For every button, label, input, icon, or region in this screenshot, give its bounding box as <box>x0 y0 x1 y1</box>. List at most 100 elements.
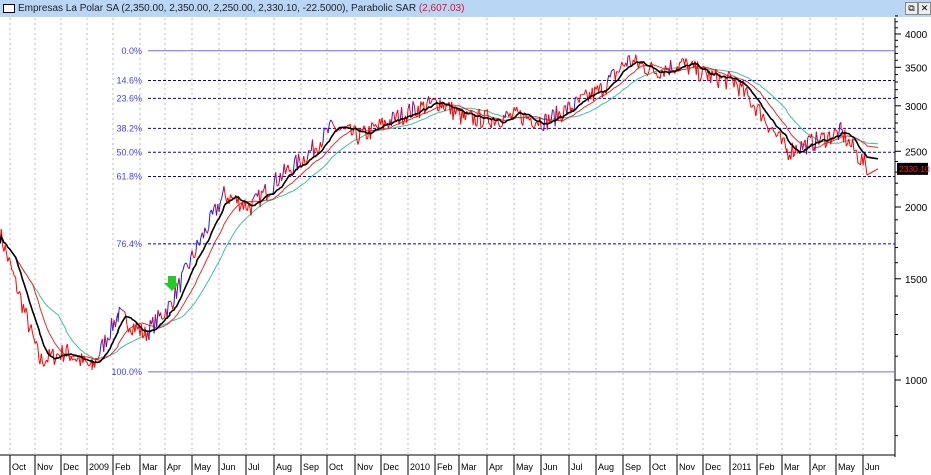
price-segment <box>773 131 776 134</box>
x-tick-label: Mar <box>784 462 800 472</box>
x-tick-label: May <box>838 462 856 472</box>
price-chart: Oct Nov Dec 2009 Feb Mar Apr May Jun Jul Aug Sep Oct… <box>0 15 930 475</box>
x-tick-label: Apr <box>489 462 503 472</box>
price-segment <box>9 261 13 270</box>
price-segment <box>156 309 159 328</box>
x-tick-label: Oct <box>329 462 344 472</box>
price-segment <box>172 304 175 310</box>
price-segment <box>819 132 822 140</box>
price-segment <box>628 55 632 66</box>
price-segment <box>121 309 124 312</box>
price-segment <box>219 197 223 203</box>
fib-label: 50.0% <box>116 147 142 157</box>
x-tick-label: Aug <box>276 462 292 472</box>
x-tick-label: Jun <box>865 462 880 472</box>
price-segment <box>534 122 537 128</box>
price-segment <box>228 194 231 204</box>
price-segment <box>738 81 741 97</box>
price-segment <box>98 353 101 359</box>
price-segment <box>4 245 7 254</box>
price-segment <box>53 359 57 365</box>
y-tick-label: 4000 <box>905 30 928 41</box>
price-segment <box>685 58 688 63</box>
price-segment <box>332 124 336 128</box>
price-segment <box>500 125 503 128</box>
price-segment <box>779 132 782 144</box>
x-tick-label: Nov <box>357 462 374 472</box>
fib-label: 14.6% <box>116 75 142 85</box>
price-segment <box>109 318 112 340</box>
x-tick-label: Sep <box>625 462 641 472</box>
x-tick-label: Feb <box>115 462 131 472</box>
fib-label: 76.4% <box>116 239 142 249</box>
price-segment <box>752 104 755 107</box>
price-segment <box>384 119 387 125</box>
price-segment <box>281 175 284 181</box>
x-tick-label: 2011 <box>732 462 751 472</box>
price-segment <box>292 159 296 172</box>
price-segment <box>434 98 437 102</box>
price-segment <box>8 257 11 262</box>
price-segment <box>43 362 46 367</box>
price-segment <box>318 142 321 153</box>
price-segment <box>56 353 59 355</box>
price-segment <box>764 119 767 124</box>
price-segment <box>20 295 23 313</box>
price-segment <box>561 118 564 123</box>
x-tick-label: Aug <box>598 462 614 472</box>
price-segment <box>699 76 702 81</box>
price-segment <box>598 84 601 92</box>
price-segment <box>179 272 183 293</box>
price-segment <box>230 194 233 199</box>
price-segment <box>746 87 749 97</box>
price-segment <box>166 301 169 318</box>
x-tick-label: Jul <box>571 462 583 472</box>
price-segment <box>206 228 210 234</box>
price-segment <box>498 123 501 128</box>
price-segment <box>19 291 22 296</box>
price-segment <box>259 190 262 208</box>
price-segment <box>11 269 14 272</box>
price-segment <box>330 119 333 122</box>
price-segment <box>531 125 534 128</box>
price-segment <box>735 82 739 87</box>
price-segment <box>160 312 163 320</box>
price-segment <box>844 129 847 147</box>
x-tick-label: May <box>194 462 212 472</box>
price-segment <box>72 358 75 361</box>
price-segment <box>66 344 70 354</box>
price-segment <box>272 180 275 194</box>
price-segment <box>430 98 433 103</box>
price-segment <box>275 172 278 186</box>
price-segment <box>253 194 256 199</box>
price-segment <box>204 227 207 232</box>
price-segment <box>806 137 809 155</box>
price-segment <box>117 307 120 322</box>
fib-label: 100.0% <box>111 367 142 377</box>
price-segment <box>22 304 26 313</box>
price-segment <box>771 126 775 132</box>
price-segment <box>422 101 426 114</box>
x-tick-label: Apr <box>812 462 826 472</box>
price-segment <box>221 191 224 199</box>
x-tick-label: Jun <box>543 462 558 472</box>
price-segment <box>185 262 188 265</box>
price-segment <box>786 148 789 160</box>
price-segment <box>568 102 572 112</box>
price-segment <box>195 239 198 252</box>
y-tick-label: 2500 <box>905 147 928 158</box>
price-segment <box>548 114 551 123</box>
price-segment <box>339 128 342 131</box>
price-segment <box>25 307 28 315</box>
fib-label: 61.8% <box>116 171 142 181</box>
price-segment <box>57 353 60 356</box>
x-tick-label: Sep <box>303 462 319 472</box>
x-tick-label: Nov <box>679 462 696 472</box>
price-segment <box>40 353 44 364</box>
x-tick-label: Feb <box>759 462 775 472</box>
price-segment <box>176 284 179 299</box>
price-segment <box>114 317 118 328</box>
price-segment <box>483 109 486 124</box>
price-segment <box>476 109 479 127</box>
price-segment <box>26 314 30 333</box>
